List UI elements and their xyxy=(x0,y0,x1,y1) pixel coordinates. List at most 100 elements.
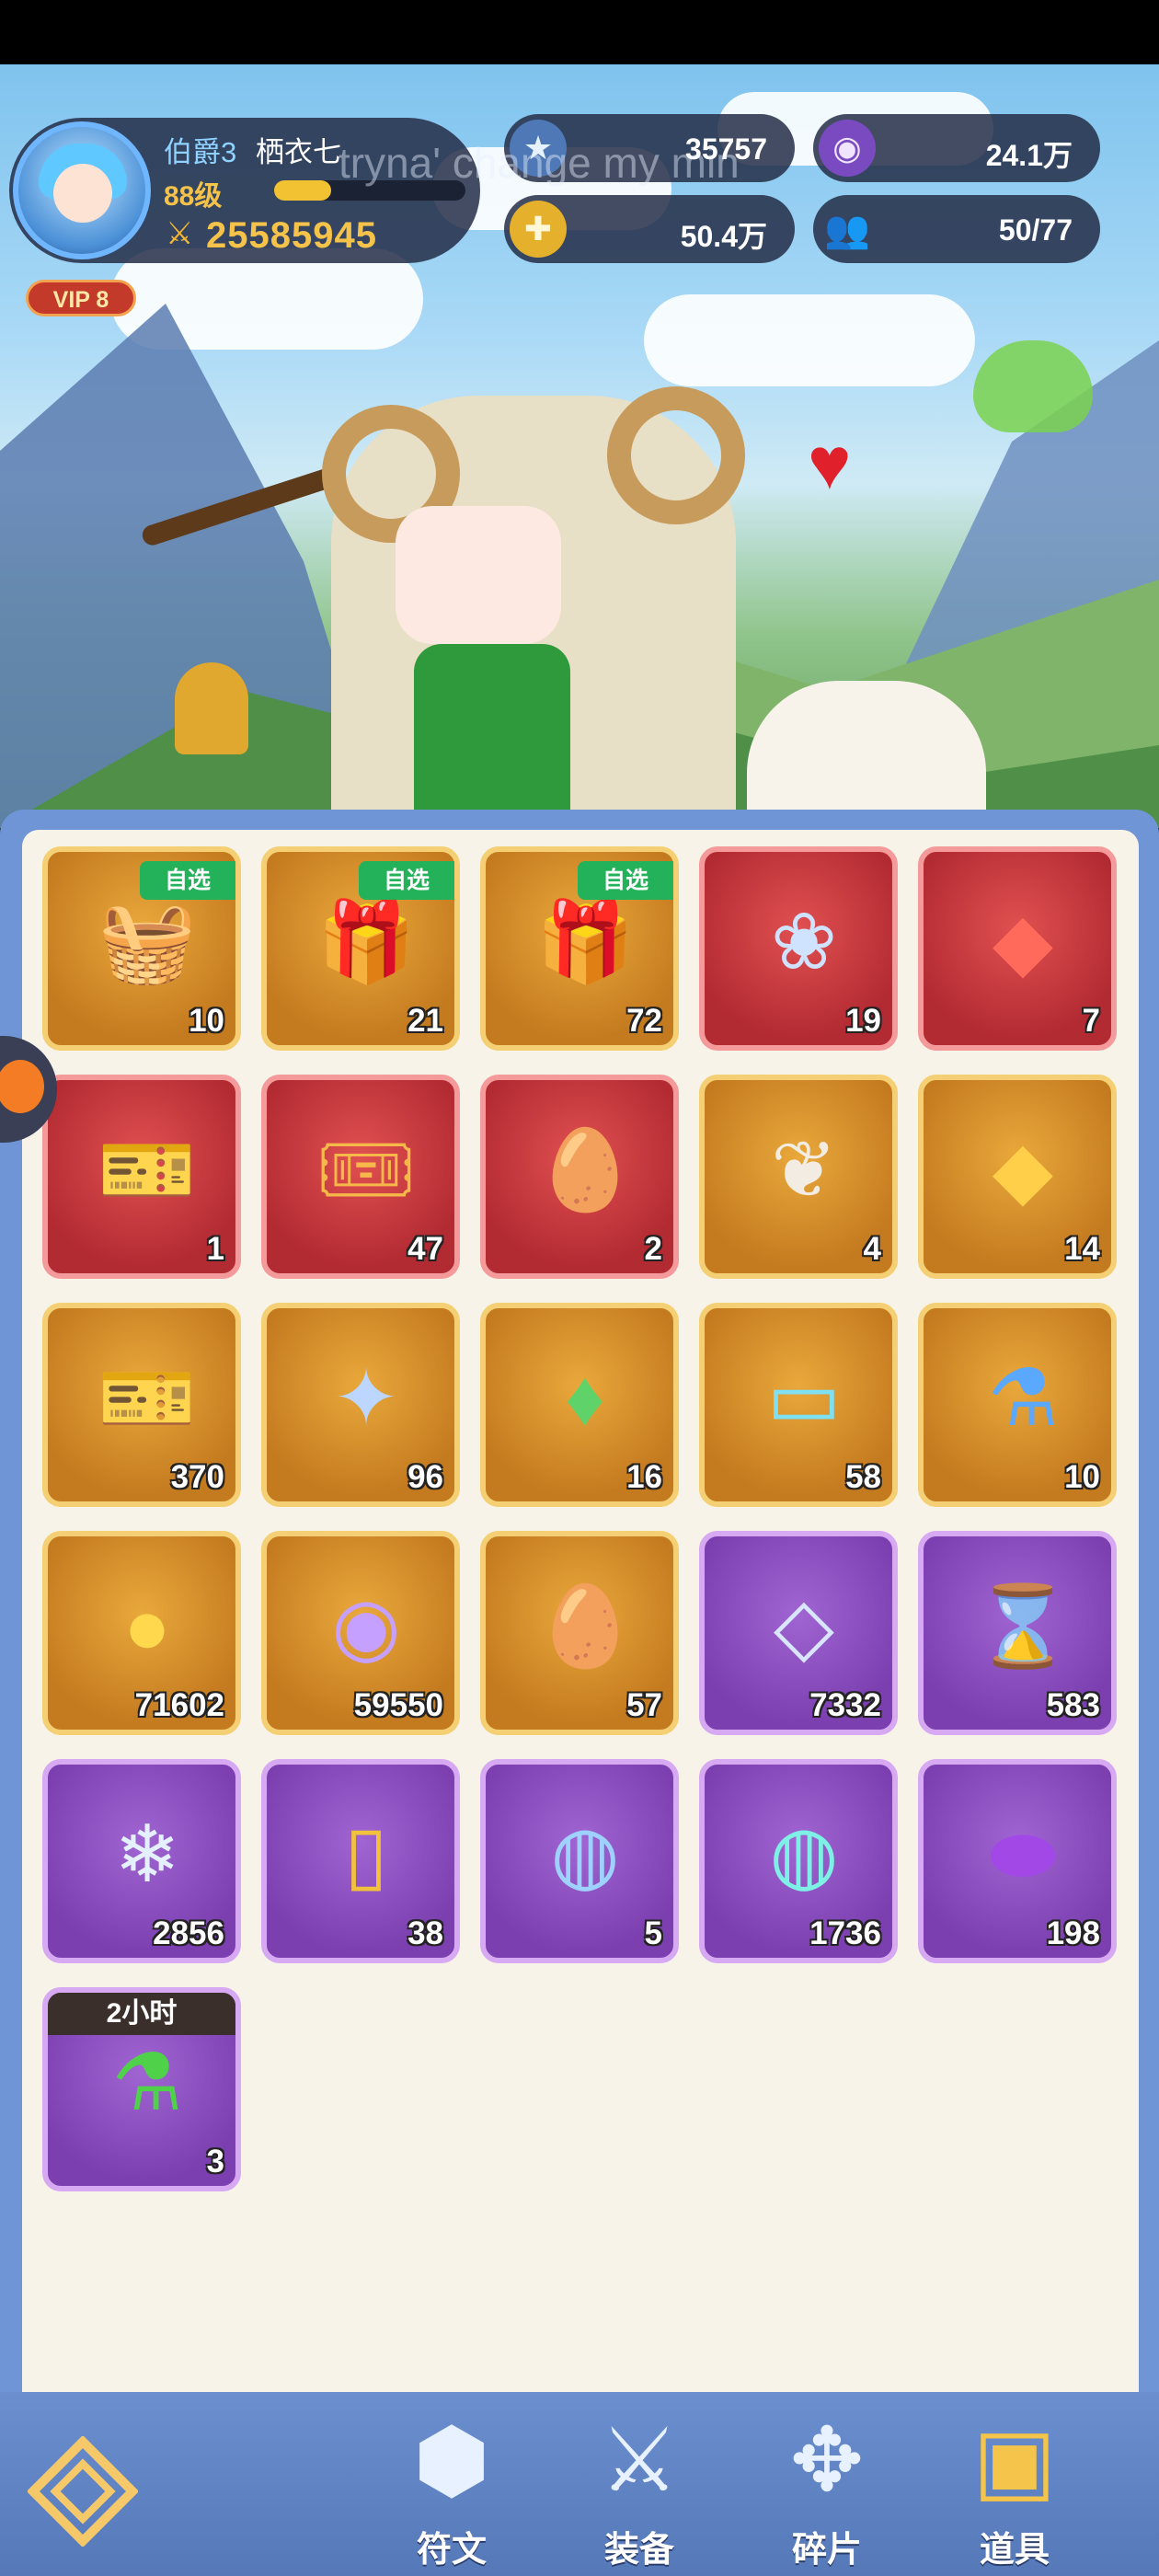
nav-fragment-label: 碎片 xyxy=(791,2531,862,2570)
hero-character[interactable] xyxy=(322,368,754,828)
inventory-item-pet-chest[interactable]: 🧺 自选 10 xyxy=(42,846,241,1051)
inventory-item-blue-ticket[interactable]: 🎫 1 xyxy=(42,1075,241,1279)
item-count: 58 xyxy=(845,1459,881,1495)
nav-tab-fragment[interactable]: ✥ 碎片 xyxy=(740,2392,914,2576)
combat-power: 25585945 xyxy=(206,215,377,256)
brown-egg-icon: 🥚 xyxy=(535,1582,635,1671)
purple-coin-icon: ◉ xyxy=(819,120,876,177)
crystal-orb-icon: ◍ xyxy=(550,1811,620,1899)
item-count: 1 xyxy=(206,1231,224,1267)
player-level: 88级 xyxy=(164,181,223,212)
diamond-menu-icon[interactable] xyxy=(28,2436,138,2547)
inventory-item-gift-box[interactable]: 🎁 自选 21 xyxy=(261,846,460,1051)
inventory-item-lotus-crystal[interactable]: ❀ 19 xyxy=(699,846,898,1051)
crossed-swords-icon: ⚔ xyxy=(166,216,194,251)
inventory-item-star-crystal[interactable]: ✦ 96 xyxy=(261,1303,460,1507)
purple-egg-icon: ⬬ xyxy=(989,1811,1057,1899)
selectable-badge: 自选 xyxy=(578,861,673,900)
item-count: 14 xyxy=(1064,1231,1100,1267)
inventory-item-green-potions[interactable]: ⚗ 2小时 3 xyxy=(42,1987,241,2191)
inventory-item-fire-egg[interactable]: 🥚 2 xyxy=(480,1075,679,1279)
teal-orb-icon: ◍ xyxy=(769,1811,839,1899)
item-count: 72 xyxy=(626,1003,662,1039)
gold-card-icon: ▯ xyxy=(344,1811,388,1899)
inventory-item-green-crystal[interactable]: ♦ 16 xyxy=(480,1303,679,1507)
item-count: 16 xyxy=(626,1459,662,1495)
inventory-item-gold-card[interactable]: ▯ 38 xyxy=(261,1759,460,1963)
item-count: 38 xyxy=(407,1915,443,1951)
inventory-item-amber-gem[interactable]: ◆ 14 xyxy=(918,1075,1117,1279)
right-horn xyxy=(607,386,745,524)
inventory-item-gold-ticket[interactable]: 🎟 47 xyxy=(261,1075,460,1279)
green-crystal-icon: ♦ xyxy=(565,1354,605,1443)
star-crystal-icon: ✦ xyxy=(332,1354,400,1443)
item-count: 4 xyxy=(863,1231,881,1267)
item-count: 2856 xyxy=(153,1915,224,1951)
gold-coin-icon: ● xyxy=(123,1582,171,1671)
heart-icon: ♥ xyxy=(808,422,852,504)
users-icon: 👥 xyxy=(824,209,870,250)
inventory-item-orange-ticket[interactable]: 🎫 370 xyxy=(42,1303,241,1507)
lotus-crystal-icon: ❀ xyxy=(770,898,838,986)
overlay-caption: tryna' change my min xyxy=(339,139,740,187)
inventory-item-diamond[interactable]: ◇ 7332 xyxy=(699,1531,898,1735)
selectable-badge: 自选 xyxy=(140,861,235,900)
hero-face xyxy=(396,506,561,644)
item-count: 19 xyxy=(845,1003,881,1039)
inventory-item-purple-coin[interactable]: ◉ 59550 xyxy=(261,1531,460,1735)
avatar-face xyxy=(53,164,112,223)
ice-crystal-icon: ❄ xyxy=(113,1811,181,1899)
green-slime xyxy=(973,340,1093,432)
vip-badge[interactable]: VIP 8 xyxy=(26,280,136,316)
inventory-item-gift-box[interactable]: 🎁 自选 72 xyxy=(480,846,679,1051)
gift-box-icon: 🎁 xyxy=(535,898,635,986)
pet-face-icon xyxy=(0,1060,44,1113)
gold-value: 50.4万 xyxy=(680,220,767,253)
heroes-resource[interactable]: 👥 50/77 xyxy=(813,195,1100,263)
inventory-item-teal-card[interactable]: ▭ 58 xyxy=(699,1303,898,1507)
inventory-item-crystal-orb[interactable]: ◍ 5 xyxy=(480,1759,679,1963)
player-avatar[interactable] xyxy=(13,121,151,259)
item-count: 10 xyxy=(189,1003,224,1039)
status-bar xyxy=(0,0,1159,64)
item-count: 5 xyxy=(644,1915,662,1951)
orange-ticket-icon: 🎫 xyxy=(98,1354,197,1443)
potion-icon: ⚗ xyxy=(987,1354,1059,1443)
purple-currency-resource[interactable]: ◉ 24.1万 xyxy=(813,114,1100,182)
item-count: 583 xyxy=(1046,1687,1100,1723)
gold-resource[interactable]: ✚ 50.4万 xyxy=(504,195,795,263)
inventory-item-gold-coin[interactable]: ● 71602 xyxy=(42,1531,241,1735)
gold-coin-plus-icon: ✚ xyxy=(510,201,567,258)
inventory-item-teal-orb[interactable]: ◍ 1736 xyxy=(699,1759,898,1963)
bell xyxy=(175,662,248,754)
item-count: 10 xyxy=(1064,1459,1100,1495)
nav-tab-rune[interactable]: ⬢ 符文 xyxy=(364,2392,539,2576)
inventory-item-red-gem[interactable]: ◆ 7 xyxy=(918,846,1117,1051)
inventory-item-hourglass[interactable]: ⌛ 583 xyxy=(918,1531,1117,1735)
item-count: 1736 xyxy=(809,1915,881,1951)
nav-items-label: 道具 xyxy=(979,2531,1050,2570)
inventory-item-coral[interactable]: ❦ 4 xyxy=(699,1075,898,1279)
nav-tab-equip[interactable]: ⚔ 装备 xyxy=(552,2392,727,2576)
puzzle-icon: ✥ xyxy=(789,2411,865,2510)
hourglass-icon: ⌛ xyxy=(973,1582,1073,1671)
hero-body xyxy=(414,644,570,828)
purple-coin-icon: ◉ xyxy=(331,1582,401,1671)
inventory-item-brown-egg[interactable]: 🥚 57 xyxy=(480,1531,679,1735)
item-count: 370 xyxy=(170,1459,224,1495)
selectable-badge: 自选 xyxy=(359,861,454,900)
red-gem-icon: ◆ xyxy=(992,898,1054,986)
nav-tab-items[interactable]: ▣ 道具 xyxy=(927,2392,1102,2576)
inventory-item-potion[interactable]: ⚗ 10 xyxy=(918,1303,1117,1507)
green-potions-icon: ⚗ xyxy=(111,2039,183,2127)
gift-box-icon: 🎁 xyxy=(316,898,416,986)
player-rank: 伯爵3 xyxy=(164,136,237,168)
item-count: 71602 xyxy=(134,1687,224,1723)
purple-currency-value: 24.1万 xyxy=(985,139,1073,172)
inventory-item-ice-crystal[interactable]: ❄ 2856 xyxy=(42,1759,241,1963)
fire-egg-icon: 🥚 xyxy=(535,1126,635,1214)
item-count: 198 xyxy=(1046,1915,1100,1951)
amber-gem-icon: ◆ xyxy=(992,1126,1054,1214)
blue-ticket-icon: 🎫 xyxy=(98,1126,197,1214)
inventory-item-purple-egg[interactable]: ⬬ 198 xyxy=(918,1759,1117,1963)
